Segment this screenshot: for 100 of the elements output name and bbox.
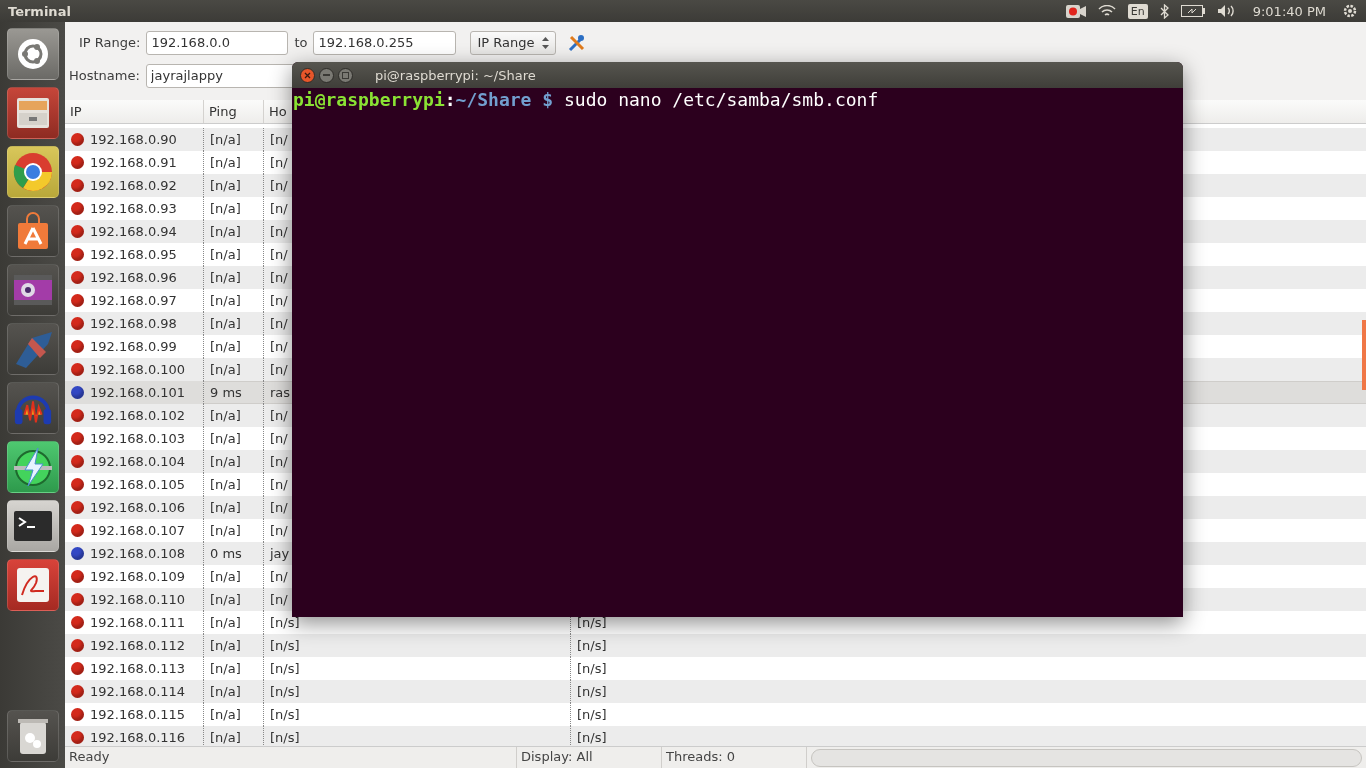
maximize-button[interactable]	[338, 67, 353, 83]
document-icon[interactable]	[6, 559, 59, 611]
hostname-text: jay	[270, 546, 290, 561]
tools-icon[interactable]	[568, 33, 587, 52]
range-start-field[interactable]: 192.168.0.0	[146, 30, 289, 55]
file-cabinet-icon[interactable]	[6, 87, 59, 139]
webcam-icon[interactable]	[6, 264, 59, 316]
hostname-text: [n/	[270, 454, 288, 469]
scrollbar-thumb[interactable]	[1362, 320, 1366, 390]
ping-time: 9 ms	[210, 385, 242, 400]
ip-address: 192.168.0.96	[90, 270, 177, 285]
video-camera-icon[interactable]	[1065, 4, 1086, 18]
ip-address: 192.168.0.109	[90, 569, 186, 584]
window-title: Terminal	[8, 3, 72, 19]
ping-time: [n/a]	[210, 178, 241, 193]
ip-address: 192.168.0.115	[90, 707, 186, 722]
shopping-bag-icon[interactable]	[6, 205, 59, 257]
trash-icon[interactable]	[6, 710, 59, 762]
hostname-text: ras	[270, 385, 291, 400]
display-filter: Display: All	[517, 747, 662, 768]
hostname-field[interactable]: jayrajlappy	[145, 63, 296, 88]
ip-address: 192.168.0.110	[90, 592, 186, 607]
ip-address: 192.168.0.90	[90, 132, 177, 147]
ubuntu-logo-icon[interactable]	[6, 28, 59, 80]
ping-time: [n/a]	[210, 661, 241, 676]
ping-time: [n/a]	[210, 569, 241, 584]
hostname-text: [n/	[270, 178, 288, 193]
column-header[interactable]: IP	[70, 104, 82, 119]
ping-time: [n/a]	[210, 362, 241, 377]
table-cell-text: [n/s]	[577, 707, 607, 722]
volume-icon[interactable]	[1216, 4, 1237, 18]
ip-address: 192.168.0.97	[90, 293, 177, 308]
hostname-text: [n/s]	[270, 730, 300, 745]
browser-icon[interactable]	[6, 146, 59, 198]
hostname-text: [n/	[270, 201, 288, 216]
minimize-icon	[323, 74, 330, 76]
battery-icon[interactable]	[1180, 5, 1205, 17]
keyboard-layout-indicator[interactable]: En	[1127, 3, 1148, 19]
close-button[interactable]	[300, 67, 315, 83]
ip-address: 192.168.0.95	[90, 247, 177, 262]
ping-time: [n/a]	[210, 270, 241, 285]
hostname-text: [n/	[270, 293, 288, 308]
hostname-text: [n/	[270, 270, 288, 285]
hostname-text: [n/	[270, 224, 288, 239]
window-title: pi@raspberrypi: ~/Share	[375, 67, 536, 83]
ip-address: 192.168.0.107	[90, 523, 186, 538]
hostname-text: [n/	[270, 569, 288, 584]
wifi-icon[interactable]	[1097, 4, 1116, 18]
ping-time: [n/a]	[210, 247, 241, 262]
ip-address: 192.168.0.98	[90, 316, 177, 331]
field-label: Hostname:	[69, 68, 140, 83]
field-label: to	[294, 35, 308, 50]
ping-time: [n/a]	[210, 316, 241, 331]
ping-time: [n/a]	[210, 339, 241, 354]
terminal-icon[interactable]	[6, 500, 59, 552]
column-header[interactable]: Ho	[269, 104, 287, 119]
ping-time: [n/a]	[210, 201, 241, 216]
settings-icon[interactable]	[1342, 3, 1358, 19]
ip-address: 192.168.0.100	[90, 362, 186, 377]
hostname-text: [n/s]	[270, 684, 300, 699]
hostname-text: [n/s]	[270, 638, 300, 653]
bluetooth-icon[interactable]	[1159, 3, 1169, 19]
hostname-text: [n/s]	[270, 661, 300, 676]
ip-address: 192.168.0.101	[90, 385, 186, 400]
ping-time: [n/a]	[210, 431, 241, 446]
ip-address: 192.168.0.103	[90, 431, 186, 446]
hostname-text: [n/	[270, 523, 288, 538]
table-cell-text: [n/s]	[577, 684, 607, 699]
hostname-text: [n/	[270, 316, 288, 331]
hostname-text: [n/	[270, 431, 288, 446]
updown-caret-icon	[542, 36, 550, 49]
column-header[interactable]: Ping	[209, 104, 237, 119]
ping-time: [n/a]	[210, 155, 241, 170]
range-end-field[interactable]: 192.168.0.255	[313, 30, 457, 55]
ping-time: 0 ms	[210, 546, 242, 561]
minimize-button[interactable]	[319, 67, 334, 83]
lightning-icon[interactable]	[6, 441, 59, 493]
hostname-text: [n/	[270, 155, 288, 170]
ping-time: [n/a]	[210, 408, 241, 423]
mode-select[interactable]: IP Range	[470, 30, 557, 55]
ip-address: 192.168.0.93	[90, 201, 177, 216]
terminal-command-line: pi@raspberrypi:~/Share $ sudo nano /etc/samba/smb.conf	[292, 88, 880, 111]
headphones-icon[interactable]	[6, 382, 59, 434]
table-cell-text: [n/s]	[577, 638, 607, 653]
hostname-text: [n/	[270, 477, 288, 492]
ping-time: [n/a]	[210, 523, 241, 538]
clock[interactable]: 9:01:40 PM	[1252, 3, 1326, 19]
ping-time: [n/a]	[210, 707, 241, 722]
ip-address: 192.168.0.114	[90, 684, 186, 699]
table-cell-text: [n/s]	[577, 615, 607, 630]
table-cell[interactable]: 192.168.0.101	[65, 381, 204, 404]
thread-count: Threads: 0	[662, 747, 807, 768]
ip-address: 192.168.0.99	[90, 339, 177, 354]
ping-time: [n/a]	[210, 638, 241, 653]
ping-time: [n/a]	[210, 500, 241, 515]
ping-time: [n/a]	[210, 730, 241, 745]
hostname-text: [n/	[270, 592, 288, 607]
table-cell-text: [n/s]	[577, 661, 607, 676]
ip-address: 192.168.0.112	[90, 638, 186, 653]
ping-time: [n/a]	[210, 454, 241, 469]
